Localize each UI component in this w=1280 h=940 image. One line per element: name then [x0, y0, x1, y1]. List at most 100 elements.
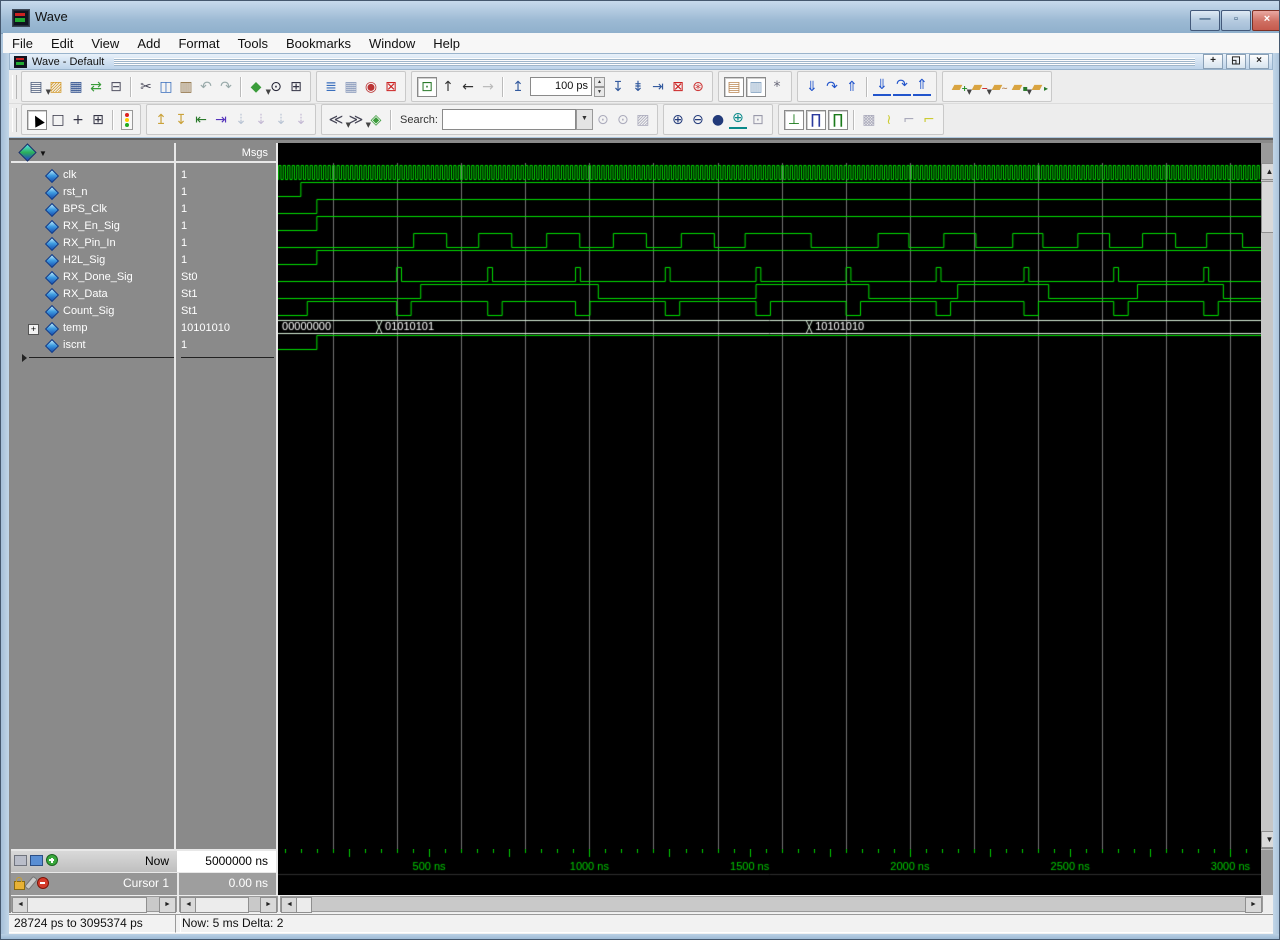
compile-icon[interactable]: ◆ ▼ [247, 78, 271, 96]
collapse-left-icon[interactable]: ≪ ▼ [327, 111, 351, 129]
signal-value-Count_Sig[interactable]: St1 [181, 303, 276, 320]
save-format-icon[interactable]: ▰ ▪ ▼ [1008, 78, 1032, 96]
search-dropdown[interactable]: ▼ [575, 109, 593, 130]
collapse-right-icon[interactable]: ≫ ▼ [347, 111, 371, 129]
now-value-cell[interactable]: 5000000 ns [177, 851, 276, 872]
expand-hierarchy-icon[interactable]: ⊞ [287, 78, 305, 96]
reload-icon[interactable]: ⇄ [87, 78, 105, 96]
signal-row-RX_En_Sig[interactable]: RX_En_Sig [11, 218, 174, 235]
find-icon[interactable]: ⊙ [267, 78, 285, 96]
print-icon[interactable]: ⊟ [107, 78, 125, 96]
signal-row-BPS_Clk[interactable]: BPS_Clk [11, 201, 174, 218]
grid-display-icon[interactable]: ▩ [860, 111, 878, 129]
monitor-mini-icon[interactable] [30, 855, 43, 866]
timeline-display-icon[interactable]: ≀ [880, 111, 898, 129]
export-waveform-icon[interactable]: ◉ [362, 78, 380, 96]
insert-cursor-icon[interactable]: ⇓ [803, 78, 821, 96]
performance-profile-icon[interactable]: ▤ [724, 76, 744, 97]
signal-row-RX_Pin_In[interactable]: RX_Pin_In [11, 235, 174, 252]
delete-cursor-icon[interactable] [37, 877, 49, 889]
signal-value-RX_Done_Sig[interactable]: St0 [181, 269, 276, 286]
insert-fall-edge-icon[interactable]: ↧ [172, 111, 190, 129]
previous-fall-icon[interactable]: ⇣ [272, 111, 290, 129]
signal-value-temp[interactable]: 10101010 [181, 320, 276, 337]
search-input[interactable] [441, 109, 576, 130]
expand-icon[interactable]: + [28, 324, 39, 335]
expanded-time-last-icon[interactable]: ⌐ [920, 111, 938, 129]
cursor-cell[interactable]: Cursor 1 [11, 873, 177, 895]
close-button[interactable]: × [1252, 10, 1279, 31]
names-scroll-thumb[interactable] [27, 897, 147, 913]
search-options-icon[interactable]: ▨ [634, 111, 652, 129]
spin-up-icon[interactable]: ▲ [594, 77, 605, 87]
signal-value-rst_n[interactable]: 1 [181, 184, 276, 201]
previous-rise-icon[interactable]: ⇣ [232, 111, 250, 129]
signal-row-temp[interactable]: + temp [11, 320, 174, 337]
menu-tools[interactable]: Tools [229, 34, 277, 53]
pane-undock-button[interactable]: ◱ [1226, 54, 1246, 69]
open-icon[interactable]: ▨ [47, 78, 65, 96]
names-horizontal-scrollbar[interactable]: ◄ ► [11, 896, 177, 913]
signal-value-iscnt[interactable]: 1 [181, 337, 276, 354]
zoom-full-icon[interactable]: ● [709, 111, 727, 129]
stop-sim-icon[interactable] [121, 109, 133, 130]
scroll-right-button[interactable]: ► [260, 897, 277, 913]
restore-cursor-icon[interactable]: ↷ [823, 78, 841, 96]
continue-run-icon[interactable]: ⇥ [649, 78, 667, 96]
insert-rise-edge-icon[interactable]: ↥ [152, 111, 170, 129]
expand-all-icon[interactable]: ◈ [367, 111, 385, 129]
minimize-button[interactable]: — [1190, 10, 1220, 31]
memory-profile-icon[interactable]: ▥ [746, 76, 766, 97]
scroll-right-button[interactable]: ► [1245, 897, 1262, 913]
menu-help[interactable]: Help [424, 34, 469, 53]
next-fall-icon[interactable]: ⇣ [292, 111, 310, 129]
toolbar-grip[interactable] [12, 107, 17, 132]
signal-value-clk[interactable]: 1 [181, 167, 276, 184]
add-cursor-icon[interactable] [46, 854, 58, 866]
wave-scroll-thumb[interactable] [296, 897, 312, 913]
run-all-icon[interactable]: ⇟ [629, 78, 647, 96]
stop-icon[interactable]: ⊠ [669, 78, 687, 96]
redo-icon[interactable]: ↷ [217, 78, 235, 96]
signal-value-RX_En_Sig[interactable]: 1 [181, 218, 276, 235]
new-file-icon[interactable]: ▤ ▼ [27, 78, 51, 96]
menu-bookmarks[interactable]: Bookmarks [277, 34, 360, 53]
delete-wave-icon[interactable]: ⊠ [382, 78, 400, 96]
pane-drag-grip[interactable] [114, 57, 1195, 66]
spin-down-icon[interactable]: ▼ [594, 87, 605, 97]
open-format-icon[interactable]: ▰ ▸ [1028, 78, 1048, 96]
menu-file[interactable]: File [3, 34, 42, 53]
menu-add[interactable]: Add [128, 34, 169, 53]
signal-value-RX_Data[interactable]: St1 [181, 286, 276, 303]
signal-row-RX_Data[interactable]: RX_Data [11, 286, 174, 303]
signal-row-clk[interactable]: clk [11, 167, 174, 184]
signal-row-RX_Done_Sig[interactable]: RX_Done_Sig [11, 269, 174, 286]
signal-value-H2L_Sig[interactable]: 1 [181, 252, 276, 269]
literal-mode-icon[interactable]: ∏ [827, 109, 848, 130]
pane-dock-button[interactable]: + [1203, 54, 1223, 69]
pan-mode-icon[interactable]: + [69, 111, 87, 129]
menu-edit[interactable]: Edit [42, 34, 82, 53]
zoom-mode-icon[interactable]: □ [49, 111, 67, 129]
signal-row-Count_Sig[interactable]: Count_Sig [11, 303, 174, 320]
break-icon[interactable]: ⊛ [689, 78, 707, 96]
signal-row-H2L_Sig[interactable]: H2L_Sig [11, 252, 174, 269]
event-mode-icon[interactable]: ⊥ [783, 109, 804, 130]
zoom-out-icon[interactable]: ⊖ [689, 111, 707, 129]
copy-icon[interactable]: ◫ [157, 78, 175, 96]
maximize-button[interactable]: ▫ [1221, 10, 1251, 31]
up-scope-icon[interactable]: ↑ [439, 78, 457, 96]
wave-horizontal-scrollbar[interactable]: ◄ ► [280, 896, 1263, 913]
search-previous-icon[interactable]: ⊙ [614, 111, 632, 129]
remove-cursor-icon[interactable]: ⇑ [843, 78, 861, 96]
zoom-in-icon[interactable]: ⊕ [669, 111, 687, 129]
undo-icon[interactable]: ↶ [197, 78, 215, 96]
restart-icon[interactable]: ↥ [509, 78, 527, 96]
run-length-input[interactable]: 100 ps [530, 77, 592, 96]
timeline-canvas[interactable] [278, 849, 1261, 895]
edit-window-pane-icon[interactable]: ▰ ~ [988, 78, 1008, 96]
run-length-spinner[interactable]: ▲ ▼ [594, 77, 605, 97]
zoom-cursor-icon[interactable]: ⊕ [728, 110, 747, 129]
cut-icon[interactable]: ✂ [137, 78, 155, 96]
values-scroll-thumb[interactable] [195, 897, 249, 913]
